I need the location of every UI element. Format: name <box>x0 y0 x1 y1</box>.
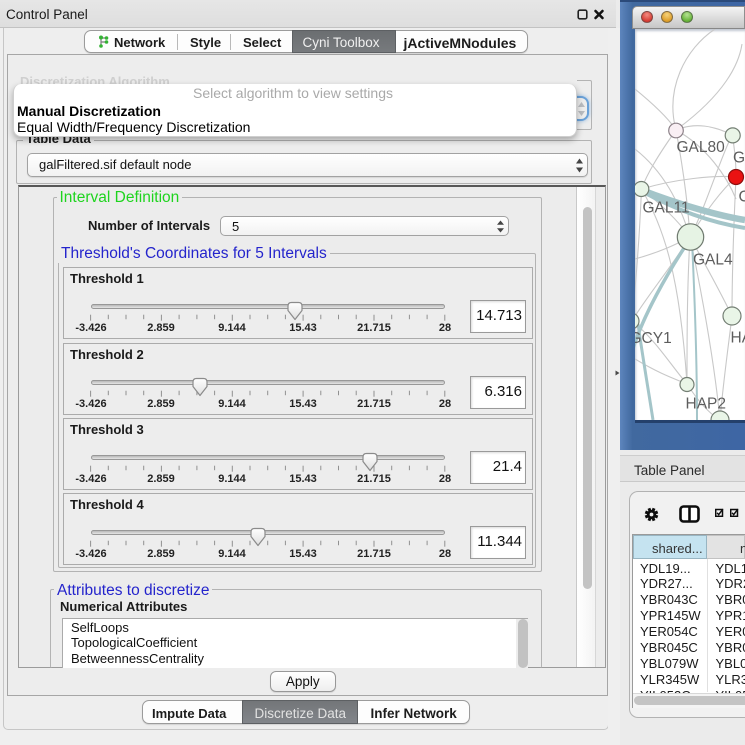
svg-text:HAP4: HAP4 <box>731 330 745 347</box>
svg-text:GCY1: GCY1 <box>635 330 672 347</box>
svg-text:GAL11: GAL11 <box>643 200 690 217</box>
svg-text:HAP2: HAP2 <box>686 396 727 413</box>
svg-text:CDC19: CDC19 <box>739 189 745 206</box>
svg-text:GAL80: GAL80 <box>677 139 726 156</box>
svg-text:GAL2: GAL2 <box>733 150 745 167</box>
svg-text:GAL4: GAL4 <box>693 252 733 269</box>
